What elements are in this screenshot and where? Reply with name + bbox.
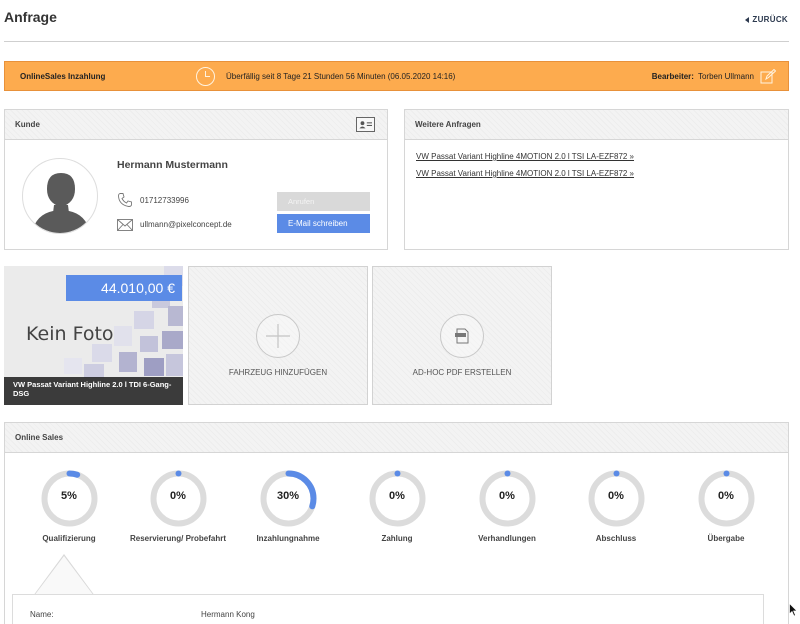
progress-value: 0% (608, 490, 624, 502)
further-inquiries-header: Weitere Anfragen (405, 110, 788, 140)
progress-stage[interactable]: 5% Qualifizierung (9, 470, 129, 543)
online-sales-title: Online Sales (15, 433, 64, 442)
back-link[interactable]: ZURÜCK (745, 15, 788, 24)
stage-label: Abschluss (595, 534, 637, 543)
stage-label: Reservierung/ Probefahrt (129, 534, 227, 543)
overdue-text: Überfällig seit 8 Tage 21 Stunden 56 Min… (226, 71, 456, 81)
progress-ring: 30% (260, 470, 317, 527)
stage-detail-box: Name: Hermann Kong (12, 594, 764, 624)
online-sales-header: Online Sales (5, 423, 788, 453)
back-arrow-icon (745, 16, 750, 23)
vehicle-card[interactable]: 44.010,00 € Kein Foto VW Passat Variant … (4, 266, 183, 405)
no-photo-text: Kein Foto (26, 323, 114, 345)
add-vehicle-tile[interactable]: FAHRZEUG HINZUFÜGEN (188, 266, 368, 405)
phone-number[interactable]: 01712733996 (140, 196, 189, 205)
progress-stage[interactable]: 0% Reservierung/ Probefahrt (118, 470, 238, 543)
progress-value: 5% (61, 490, 77, 502)
stage-label: Qualifizierung (42, 534, 96, 543)
further-inquiries-panel: Weitere Anfragen VW Passat Variant Highl… (404, 109, 789, 250)
status-bar: OnlineSales Inzahlung Überfällig seit 8 … (4, 61, 789, 91)
progress-ring: 0% (588, 470, 645, 527)
progress-value: 30% (276, 490, 300, 502)
contact-card-icon[interactable] (356, 117, 375, 132)
further-inquiries-title: Weitere Anfragen (415, 120, 481, 129)
pdf-icon (440, 314, 484, 358)
progress-value: 0% (499, 490, 515, 502)
stage-label: Verhandlungen (478, 534, 536, 543)
inquiry-link[interactable]: VW Passat Variant Highline 4MOTION 2.0 l… (416, 152, 634, 161)
progress-ring: 5% (41, 470, 98, 527)
price-badge: 44.010,00 € (66, 275, 182, 301)
progress-stage[interactable]: 0% Verhandlungen (447, 470, 567, 543)
customer-name: Hermann Mustermann (117, 159, 228, 171)
progress-value: 0% (170, 490, 186, 502)
editor-name: Torben Ullmann (697, 71, 754, 81)
progress-stage[interactable]: 0% Abschluss (556, 470, 676, 543)
mail-icon (117, 219, 133, 231)
vehicle-caption: VW Passat Variant Highline 2.0 l TDI 6-G… (4, 377, 183, 405)
detail-pointer-fill (34, 556, 94, 596)
avatar (22, 158, 98, 234)
add-icon (256, 314, 300, 358)
editor-label: Bearbeiter: (651, 71, 694, 81)
email-address[interactable]: ullmann@pixelconcept.de (140, 220, 232, 229)
progress-ring: 0% (150, 470, 207, 527)
progress-ring: 0% (479, 470, 536, 527)
customer-panel-title: Kunde (15, 120, 40, 129)
progress-ring: 0% (369, 470, 426, 527)
write-email-button[interactable]: E-Mail schreiben (277, 214, 370, 233)
call-button[interactable]: Anrufen (277, 192, 370, 211)
progress-stage[interactable]: 30% Inzahlungnahme (228, 470, 348, 543)
progress-stage[interactable]: 0% Zahlung (337, 470, 457, 543)
edit-icon[interactable] (760, 69, 776, 84)
mouse-cursor-icon (789, 603, 798, 617)
status-title: OnlineSales Inzahlung (20, 71, 106, 81)
title-divider (4, 41, 789, 42)
phone-icon (118, 193, 132, 207)
stage-label: Übergabe (707, 534, 745, 543)
inquiry-link[interactable]: VW Passat Variant Highline 4MOTION 2.0 l… (416, 169, 634, 178)
clock-icon (196, 67, 215, 86)
editor-info: Bearbeiter: Torben Ullmann (652, 72, 754, 81)
progress-ring: 0% (698, 470, 755, 527)
stage-label: Zahlung (381, 534, 413, 543)
customer-panel: Kunde Hermann Mustermann 01712733996 ull… (4, 109, 388, 250)
customer-panel-header: Kunde (5, 110, 387, 140)
adhoc-pdf-label: AD-HOC PDF ERSTELLEN (412, 368, 512, 377)
progress-stage[interactable]: 0% Übergabe (666, 470, 786, 543)
add-vehicle-label: FAHRZEUG HINZUFÜGEN (228, 368, 328, 377)
page-title: Anfrage (4, 9, 57, 25)
progress-value: 0% (389, 490, 405, 502)
progress-value: 0% (718, 490, 734, 502)
detail-name-value: Hermann Kong (201, 610, 255, 619)
stage-label: Inzahlungnahme (256, 534, 320, 543)
detail-name-label: Name: (30, 610, 54, 619)
person-silhouette-icon (31, 173, 91, 233)
back-link-label: ZURÜCK (752, 15, 788, 24)
adhoc-pdf-tile[interactable]: AD-HOC PDF ERSTELLEN (372, 266, 552, 405)
